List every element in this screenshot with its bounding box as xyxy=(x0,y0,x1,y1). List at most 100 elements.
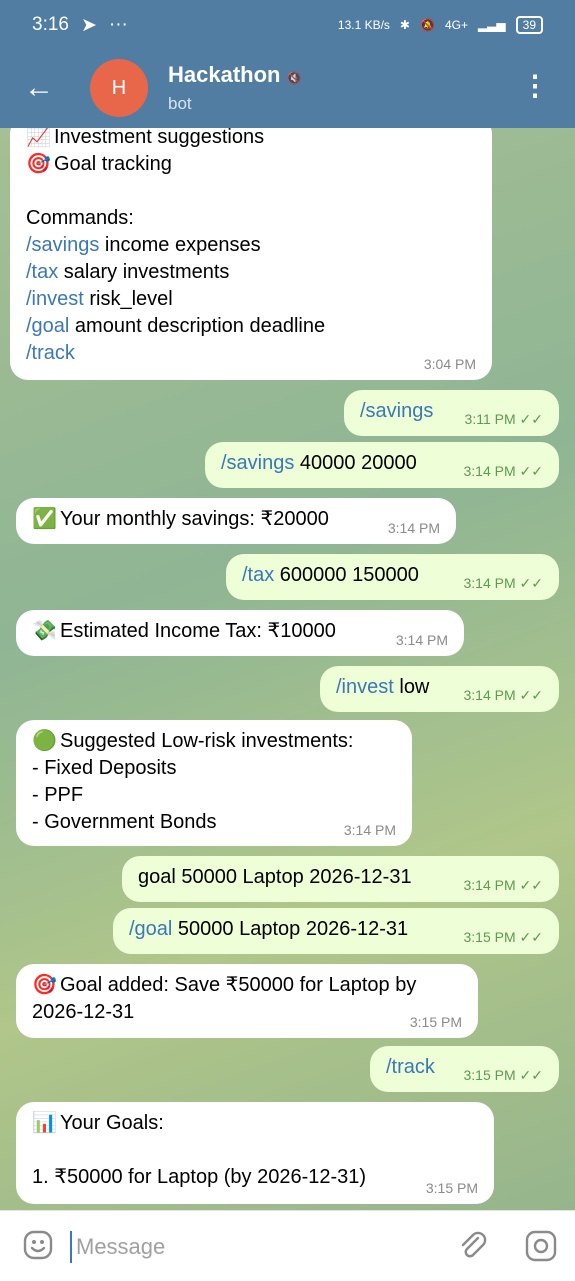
message-text: 1. ₹50000 for Laptop (by 2026-12-31) xyxy=(32,1166,367,1188)
message-bubble[interactable]: 📊 Your Goals: 1. ₹50000 for Laptop (by 20… xyxy=(16,1102,494,1204)
message-line: 📈 Investment suggestions xyxy=(26,128,476,151)
message-text: amount description deadline xyxy=(69,315,326,337)
message-bubble[interactable]: /track 3:15 PM ✓✓ xyxy=(370,1046,559,1092)
message-text: Suggested Low-risk investments: xyxy=(60,730,354,752)
message-time: 3:15 PM xyxy=(409,1014,462,1030)
message-text: 50000 Laptop 2026-12-31 xyxy=(172,918,409,940)
message-time: 3:14 PM xyxy=(343,822,396,838)
message-line xyxy=(32,1137,478,1164)
emoji-icon[interactable] xyxy=(22,1229,54,1261)
command-link[interactable]: /track xyxy=(26,342,75,364)
muted-icon: 🔇 xyxy=(286,71,302,85)
message-time: 3:11 PM ✓✓ xyxy=(464,411,543,427)
message-time: 3:15 PM ✓✓ xyxy=(463,1067,544,1083)
command-link[interactable]: /track xyxy=(386,1056,435,1078)
emoji-icon: 🟢 xyxy=(32,730,57,752)
message-line: /goal amount description deadline xyxy=(26,313,476,340)
message-line: 📊 Your Goals: xyxy=(32,1110,478,1137)
message-text xyxy=(26,180,32,202)
message-time: 3:14 PM xyxy=(395,632,448,648)
message-line: 🟢 Suggested Low-risk investments: xyxy=(32,728,396,755)
telegram-icon: ➤ xyxy=(80,14,97,36)
command-link[interactable]: /invest xyxy=(336,676,394,698)
command-link[interactable]: /tax xyxy=(242,564,274,586)
status-time: 3:16 xyxy=(32,14,69,35)
network-type: 4G+ xyxy=(444,18,468,32)
message-text: Your Goals: xyxy=(60,1112,164,1134)
camera-icon[interactable] xyxy=(524,1229,558,1263)
mute-icon: 🔕 xyxy=(419,18,435,32)
emoji-icon: 💸 xyxy=(32,620,57,642)
message-line: 1. ₹50000 for Laptop (by 2026-12-31) xyxy=(32,1164,478,1191)
message-text: - Government Bonds xyxy=(32,811,217,833)
message-time: 3:04 PM xyxy=(423,356,476,372)
attach-icon[interactable] xyxy=(456,1229,490,1263)
message-line: 💸 Estimated Income Tax: ₹10000 xyxy=(32,618,448,645)
read-receipt-icon: ✓✓ xyxy=(515,463,543,479)
command-link[interactable]: /tax xyxy=(26,261,58,283)
message-bubble[interactable]: /tax 600000 150000 3:14 PM ✓✓ xyxy=(226,554,559,600)
command-link[interactable]: /savings xyxy=(221,452,294,474)
more-menu-icon[interactable]: ⋮ xyxy=(521,72,549,100)
message-text: - PPF xyxy=(32,784,84,806)
message-text: 600000 150000 xyxy=(274,564,419,586)
message-text: - Fixed Deposits xyxy=(32,757,177,779)
message-line: 🎯 Goal tracking xyxy=(26,151,476,178)
message-line: Commands: xyxy=(26,205,476,232)
message-text: salary investments xyxy=(58,261,230,283)
message-text: Goal added: Save ₹50000 for Laptop by xyxy=(60,974,417,996)
message-line: - Fixed Deposits xyxy=(32,755,396,782)
emoji-icon: 📈 xyxy=(26,128,51,148)
message-line: ✅ Your monthly savings: ₹20000 xyxy=(32,506,440,533)
message-bubble[interactable]: goal 50000 Laptop 2026-12-31 3:14 PM ✓✓ xyxy=(122,856,559,902)
message-time: 3:14 PM ✓✓ xyxy=(463,463,544,479)
message-time: 3:15 PM ✓✓ xyxy=(463,929,544,945)
signal-icon: ▂▃▅ xyxy=(477,18,506,32)
message-bubble[interactable]: /savings 40000 20000 3:14 PM ✓✓ xyxy=(205,442,559,488)
message-bubble[interactable]: 📈 Investment suggestions 🎯 Goal tracking Co… xyxy=(10,128,492,380)
message-line: - PPF xyxy=(32,782,396,809)
battery-icon: 39 xyxy=(515,16,543,34)
message-line: /tax salary investments xyxy=(26,259,476,286)
read-receipt-icon: ✓✓ xyxy=(515,687,543,703)
command-link[interactable]: /savings xyxy=(360,400,433,422)
message-text: 2026-12-31 xyxy=(32,1001,135,1023)
message-bubble[interactable]: ✅ Your monthly savings: ₹20000 3:14 PM xyxy=(16,498,456,544)
status-bar: 3:16 ➤ ··· 13.1 KB/s ✱ 🔕 4G+ ▂▃▅ 39 xyxy=(0,0,575,50)
message-bubble[interactable]: 🟢 Suggested Low-risk investments: - Fixed … xyxy=(16,720,412,846)
message-text: risk_level xyxy=(83,288,173,310)
message-bubble[interactable]: 🎯 Goal added: Save ₹50000 for Laptop by 20… xyxy=(16,964,478,1038)
avatar[interactable]: H xyxy=(90,59,148,117)
message-input[interactable] xyxy=(74,1227,438,1267)
message-bubble[interactable]: /savings 3:11 PM ✓✓ xyxy=(344,390,559,436)
message-bubble[interactable]: /invest low 3:14 PM ✓✓ xyxy=(320,666,559,712)
net-speed: 13.1 KB/s xyxy=(337,18,390,32)
emoji-icon: 🎯 xyxy=(32,974,57,996)
message-line: 🎯 Goal added: Save ₹50000 for Laptop by xyxy=(32,972,462,999)
message-line xyxy=(26,178,476,205)
command-link[interactable]: /savings xyxy=(26,234,99,256)
message-text: Your monthly savings: ₹20000 xyxy=(60,508,329,530)
command-link[interactable]: /goal xyxy=(129,918,172,940)
chat-title[interactable]: Hackathon 🔇 xyxy=(168,62,301,88)
message-list[interactable]: 📈 Investment suggestions 🎯 Goal tracking Co… xyxy=(0,128,575,1210)
message-text: 40000 20000 xyxy=(294,452,417,474)
message-text: low xyxy=(393,676,430,698)
command-link[interactable]: /goal xyxy=(26,315,69,337)
message-line: 2026-12-31 xyxy=(32,999,462,1026)
back-arrow-icon[interactable]: ← xyxy=(24,70,54,106)
read-receipt-icon: ✓✓ xyxy=(515,575,543,591)
emoji-icon: 🎯 xyxy=(26,153,51,175)
read-receipt-icon: ✓✓ xyxy=(515,877,543,893)
message-text: Investment suggestions xyxy=(54,128,265,148)
message-line: - Government Bonds xyxy=(32,809,396,836)
emoji-icon: 📊 xyxy=(32,1112,57,1134)
read-receipt-icon: ✓✓ xyxy=(515,1067,543,1083)
message-bubble[interactable]: 💸 Estimated Income Tax: ₹10000 3:14 PM xyxy=(16,610,464,656)
command-link[interactable]: /invest xyxy=(26,288,84,310)
message-time: 3:15 PM xyxy=(425,1180,478,1196)
message-text: income expenses xyxy=(99,234,261,256)
message-time: 3:14 PM xyxy=(387,520,440,536)
message-text: goal 50000 Laptop 2026-12-31 xyxy=(138,866,412,888)
message-bubble[interactable]: /goal 50000 Laptop 2026-12-31 3:15 PM ✓✓ xyxy=(113,908,559,954)
